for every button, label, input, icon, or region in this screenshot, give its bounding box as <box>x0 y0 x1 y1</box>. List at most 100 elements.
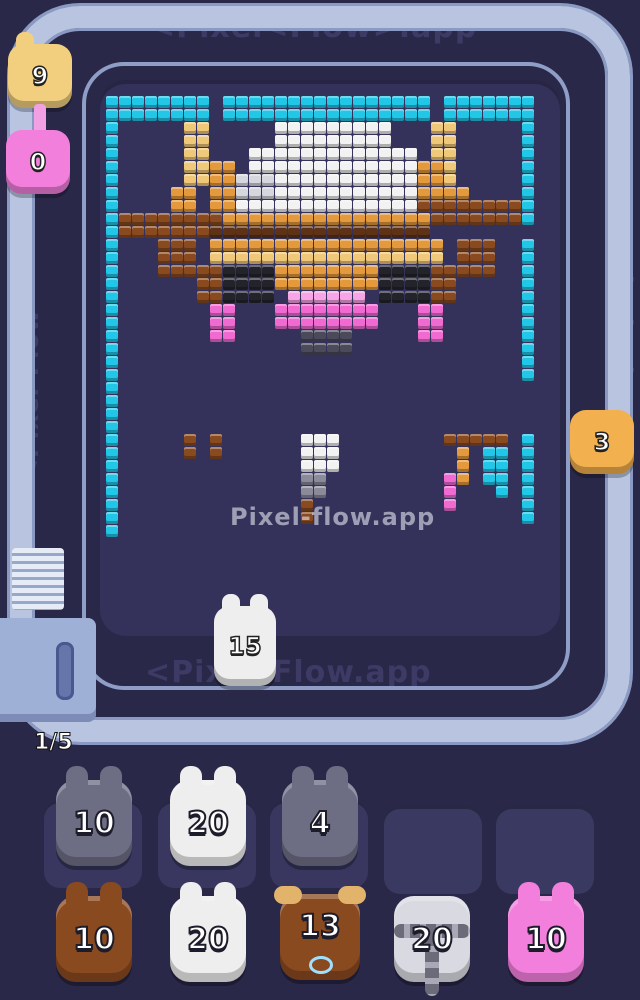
track-shooter-pink[interactable]: 0 <box>6 130 70 194</box>
pixel-block <box>197 265 209 277</box>
pixel-block <box>210 174 222 186</box>
pixel-block <box>522 343 534 355</box>
queue-unit-brown[interactable]: 10 <box>56 882 132 982</box>
pixel-block <box>444 161 456 173</box>
slot-unit-white[interactable]: 20 <box>170 766 246 866</box>
pixel-block <box>249 252 261 264</box>
pixel-block <box>483 239 495 251</box>
pixel-block <box>301 109 313 121</box>
pixel-block <box>522 304 534 316</box>
pixel-block <box>379 291 391 303</box>
pixel-block <box>457 265 469 277</box>
pixel-block <box>366 96 378 108</box>
shooter-ear <box>250 594 268 616</box>
pixel-block <box>522 317 534 329</box>
pixel-block <box>470 434 482 446</box>
pixel-block <box>184 174 196 186</box>
slot-unit-gray-1[interactable]: 10 <box>56 766 132 866</box>
pixel-block <box>197 96 209 108</box>
pixel-block <box>392 213 404 225</box>
pixel-block <box>275 174 287 186</box>
pixel-block <box>314 447 326 459</box>
pixel-block <box>301 291 313 303</box>
pixel-block <box>340 135 352 147</box>
pixel-block <box>275 304 287 316</box>
pixel-block <box>106 421 118 433</box>
pixel-block <box>301 486 313 498</box>
slot-4-empty[interactable] <box>384 806 482 894</box>
pixel-block <box>327 200 339 212</box>
shooter-ear <box>16 32 34 54</box>
pixel-block <box>301 317 313 329</box>
pixel-block <box>223 317 235 329</box>
queue-unit-bull[interactable]: 13 <box>274 886 366 980</box>
pixel-block <box>431 148 443 160</box>
pixel-block <box>288 122 300 134</box>
pixel-block <box>470 265 482 277</box>
pixel-block <box>509 200 521 212</box>
pixel-block <box>340 174 352 186</box>
pixel-block <box>249 200 261 212</box>
pixel-block <box>314 343 326 355</box>
queue-unit-chained[interactable]: 20 <box>394 896 470 996</box>
pixel-block <box>522 122 534 134</box>
pixel-block <box>249 148 261 160</box>
pixel-block <box>314 278 326 290</box>
pixel-block <box>340 291 352 303</box>
pixel-block <box>353 161 365 173</box>
pixel-block <box>340 226 352 238</box>
pixel-block <box>106 148 118 160</box>
queue-unit-white[interactable]: 20 <box>170 882 246 982</box>
pixel-block <box>288 252 300 264</box>
slot-unit-gray-2[interactable]: 4 <box>282 766 358 866</box>
pixel-block <box>327 187 339 199</box>
pixel-block <box>301 278 313 290</box>
pixel-block <box>444 499 456 511</box>
pixel-block <box>522 473 534 485</box>
pixel-block <box>457 434 469 446</box>
pixel-block <box>431 187 443 199</box>
pixel-block <box>483 109 495 121</box>
pixel-block <box>340 96 352 108</box>
pixel-block <box>106 239 118 251</box>
track-shooter-tan[interactable]: 9 <box>8 32 72 108</box>
slot-5-empty[interactable] <box>496 806 594 894</box>
pixel-block <box>223 226 235 238</box>
pixel-block <box>197 213 209 225</box>
pixel-block <box>470 200 482 212</box>
pixel-block <box>106 304 118 316</box>
pixel-block <box>223 200 235 212</box>
pixel-block <box>327 226 339 238</box>
pixel-block <box>405 200 417 212</box>
pixel-block <box>405 226 417 238</box>
pixel-block <box>496 96 508 108</box>
pixel-block <box>509 96 521 108</box>
pixel-block <box>405 109 417 121</box>
pixel-block <box>249 265 261 277</box>
pixel-block <box>288 265 300 277</box>
pixel-block <box>327 109 339 121</box>
pixel-block <box>119 96 131 108</box>
pixel-block <box>301 330 313 342</box>
pixel-block <box>457 252 469 264</box>
queue-unit-pink[interactable]: 10 <box>508 882 584 982</box>
pixel-block <box>444 291 456 303</box>
pixel-block <box>106 161 118 173</box>
pixel-block <box>275 96 287 108</box>
pixel-block <box>288 161 300 173</box>
pixel-block <box>379 187 391 199</box>
unit-ear <box>552 882 574 908</box>
pixel-block <box>483 447 495 459</box>
pixel-block <box>522 200 534 212</box>
pixel-block <box>496 460 508 472</box>
track-shooter-orange[interactable]: 3 <box>570 410 634 474</box>
pixel-block <box>522 135 534 147</box>
track-shooter-white[interactable]: 15 <box>214 594 276 686</box>
pixel-block <box>522 174 534 186</box>
pixel-block <box>470 213 482 225</box>
pixel-block <box>457 109 469 121</box>
pixel-block <box>275 317 287 329</box>
pixel-block <box>314 122 326 134</box>
pixel-block <box>483 96 495 108</box>
pixel-block <box>392 291 404 303</box>
